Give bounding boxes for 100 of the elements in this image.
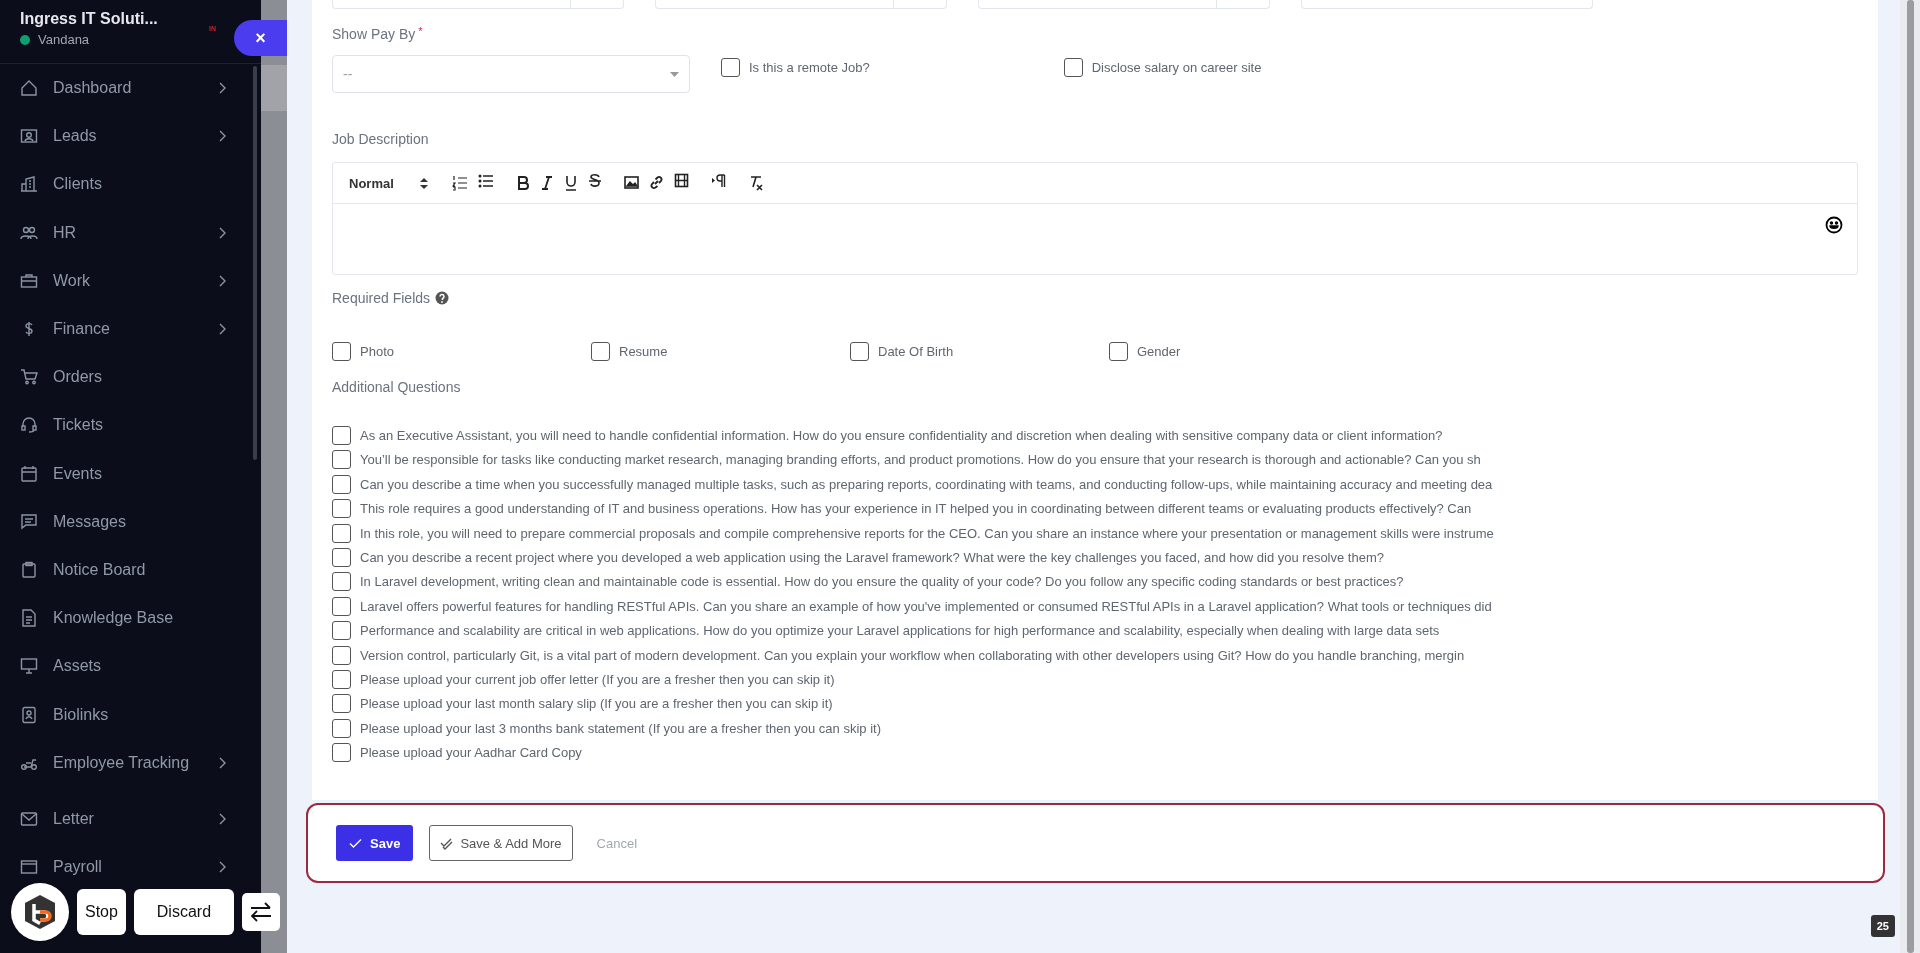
checkbox-label: Laravel offers powerful features for handling RESTful APIs. Can you share an example of how you've implemented or consumed RESTful APIs in a Laravel application? What tools or techniques did — [360, 598, 1492, 614]
paragraph-icon[interactable] — [710, 173, 726, 189]
checkbox[interactable] — [332, 718, 351, 738]
stop-button[interactable]: Stop — [77, 889, 126, 935]
checkbox[interactable] — [332, 548, 351, 567]
clipboard-icon — [20, 560, 38, 579]
checkbox-label: Performance and scalability are critical in web applications. How do you optimize your Laravel applications for high performance and scalability, especially when dealing with large data sets — [360, 623, 1440, 639]
format-dropdown[interactable]: Normal — [349, 175, 428, 191]
wallet-icon — [20, 858, 38, 877]
page-number-badge: 25 — [1870, 915, 1895, 937]
checkbox-label: You’ll be responsible for tasks like conducting market research, managing branding efforts, and product promotions. How do you ensure that your research is thorough and actionable? Can you sh — [360, 452, 1481, 468]
sidebar-item[interactable]: Finance — [0, 304, 250, 354]
swap-arrows-icon — [248, 901, 273, 923]
checkbox[interactable] — [332, 596, 351, 616]
sidebar-item[interactable]: Employee Tracking — [0, 738, 250, 787]
input-field[interactable] — [332, 0, 624, 9]
home-icon — [20, 79, 38, 98]
caret-icon — [670, 71, 679, 77]
checkbox-label: Disclose salary on career site — [1091, 60, 1262, 75]
discard-button[interactable]: Discard — [133, 889, 234, 935]
image-icon[interactable] — [623, 175, 639, 191]
monitor-icon — [20, 657, 38, 676]
double-check-icon — [440, 836, 454, 850]
checkbox[interactable] — [332, 499, 351, 519]
checkbox-label: Please upload your current job offer letter (If you are a fresher then you can skip it) — [360, 671, 835, 687]
save-button[interactable]: Save — [336, 825, 414, 861]
checkbox[interactable] — [332, 342, 351, 361]
field-label: Show Pay By — [332, 26, 416, 42]
sidebar-item[interactable]: Leads — [0, 112, 250, 161]
checkbox[interactable] — [721, 58, 740, 77]
bullet-list-icon[interactable] — [477, 173, 494, 189]
checkbox-label: As an Executive Assistant, you will need to handle confidential information. How do you ensure confidentiality and discretion when dealing with sensitive company data or client information? — [360, 428, 1443, 444]
sidebar-item[interactable]: Orders — [0, 353, 250, 402]
check-icon — [349, 837, 362, 849]
swap-button[interactable] — [241, 893, 280, 931]
checkbox[interactable] — [332, 743, 351, 763]
sidebar-item[interactable]: Messages — [0, 497, 250, 546]
field-label: Required Fields — [332, 290, 431, 306]
briefcase-icon — [20, 271, 38, 290]
save-and-add-more-button[interactable]: Save & Add More — [429, 825, 573, 861]
input-field[interactable] — [1301, 0, 1593, 9]
checkbox[interactable] — [332, 645, 351, 665]
scrollbar[interactable] — [1900, 0, 1920, 953]
checkbox-label: Can you describe a time when you successfully managed multiple tasks, such as preparing reports, coordinating with teams, and conducting follow-ups, while maintaining accuracy and meeting dea — [360, 476, 1493, 492]
checkbox-label: Date Of Birth — [878, 344, 954, 359]
checkbox[interactable] — [1109, 342, 1128, 361]
rich-text-editor[interactable]: Normal — [332, 162, 1858, 275]
checkbox-label: Can you describe a recent project where you developed a web application using the Laravel framework? What were the key challenges you faced, and how did you resolve them? — [360, 550, 1384, 565]
field-label: Job Description — [332, 131, 430, 147]
badge-icon — [20, 705, 38, 724]
close-button[interactable]: × — [234, 20, 287, 56]
checkbox-label: Version control, particularly Git, is a vital part of modern development. Can you explain your workflow when collaborating with other developers using Git? How do you handle branching, mergin — [360, 647, 1465, 663]
link-icon[interactable] — [648, 175, 664, 191]
bold-icon[interactable] — [515, 175, 530, 191]
cart-icon — [20, 368, 38, 387]
underline-icon[interactable] — [563, 175, 578, 191]
checkbox[interactable] — [332, 572, 351, 592]
building-icon — [20, 175, 38, 194]
sidebar-item[interactable]: Assets — [0, 642, 250, 691]
checkbox[interactable] — [332, 474, 351, 494]
sidebar-item[interactable]: Tickets — [0, 401, 250, 450]
sidebar-item[interactable]: Knowledge Base — [0, 594, 250, 643]
checkbox-label: This role requires a good understanding of IT and business operations. How has your experience in IT helped you in coordinating between different teams or evaluating products effectively? Can — [360, 501, 1472, 517]
checkbox[interactable] — [332, 669, 351, 689]
checkbox-label: Please upload your Aadhar Card Copy — [360, 745, 582, 761]
film-icon[interactable] — [673, 173, 689, 189]
sidebar-item[interactable]: Events — [0, 449, 250, 498]
sidebar-item[interactable]: Notice Board — [0, 545, 250, 595]
ordered-list-icon[interactable] — [451, 175, 468, 191]
checkbox[interactable] — [332, 426, 351, 446]
sidebar-item[interactable]: Letter — [0, 794, 250, 843]
strikethrough-icon[interactable] — [587, 173, 602, 189]
checkbox-label: Please upload your last month salary slip (If you are a fresher then you can skip it) — [360, 696, 833, 712]
checkbox[interactable] — [332, 621, 351, 641]
sidebar-item[interactable]: Payroll — [0, 843, 250, 892]
hexagon-logo-icon — [23, 893, 57, 931]
chat-icon — [20, 512, 38, 531]
checkbox-label: Please upload your last 3 months bank statement (If you are a fresher then you can skip it) — [360, 720, 881, 736]
input-field[interactable] — [978, 0, 1270, 9]
sidebar-item[interactable]: Dashboard — [0, 64, 250, 113]
checkbox[interactable] — [1063, 58, 1083, 77]
id-card-icon — [20, 127, 38, 146]
company-name: Ingress IT Soluti... — [20, 10, 159, 28]
checkbox-label: Gender — [1137, 344, 1181, 359]
sidebar-item[interactable]: HR — [0, 208, 250, 257]
input-field[interactable] — [655, 0, 947, 9]
checkbox[interactable] — [850, 342, 869, 361]
checkbox[interactable] — [591, 342, 610, 361]
checkbox-label: In Laravel development, writing clean and maintainable code is essential. How do you ensure the quality of your code? Do you follow any specific coding standards or best practices? — [360, 574, 1404, 590]
sidebar-item[interactable]: Biolinks — [0, 690, 250, 739]
emoji-icon — [1825, 216, 1843, 234]
sidebar-item[interactable]: Work — [0, 256, 250, 305]
user-name: Vandana — [38, 32, 90, 47]
sidebar-item[interactable]: Clients — [0, 160, 250, 209]
italic-icon[interactable] — [539, 175, 554, 191]
scrollbar[interactable] — [253, 66, 257, 460]
checkbox[interactable] — [332, 523, 351, 543]
checkbox-label: Is this a remote Job? — [749, 60, 870, 75]
checkbox[interactable] — [332, 694, 351, 714]
checkbox[interactable] — [332, 450, 351, 470]
